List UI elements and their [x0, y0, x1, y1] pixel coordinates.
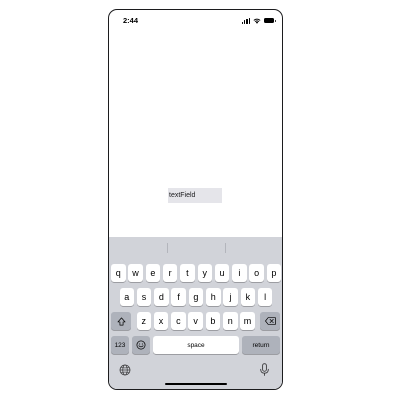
numbers-key[interactable]: 123: [111, 336, 129, 354]
key-w[interactable]: w: [128, 264, 143, 282]
key-i[interactable]: i: [232, 264, 247, 282]
emoji-key[interactable]: [132, 336, 150, 354]
key-c[interactable]: c: [171, 312, 186, 330]
status-time: 2:44: [123, 16, 139, 25]
shift-key[interactable]: [111, 312, 131, 330]
key-e[interactable]: e: [145, 264, 161, 282]
key-z[interactable]: z: [136, 312, 151, 330]
key-h[interactable]: h: [206, 288, 221, 306]
battery-icon: [264, 18, 276, 23]
key-n[interactable]: n: [223, 312, 238, 330]
key-f[interactable]: f: [171, 288, 186, 306]
status-icons: [241, 16, 276, 25]
cellular-signal-icon: [241, 17, 250, 24]
key-v[interactable]: v: [188, 312, 203, 330]
key-u[interactable]: u: [214, 264, 230, 282]
microphone-icon[interactable]: [259, 363, 270, 377]
key-g[interactable]: g: [188, 288, 204, 306]
space-key[interactable]: space: [153, 336, 239, 354]
key-j[interactable]: j: [223, 288, 238, 306]
keyboard: qwertyuiop asdfghjkl zxcvbnm 123 space r…: [109, 237, 282, 389]
key-l[interactable]: l: [257, 288, 273, 306]
key-a[interactable]: a: [119, 288, 134, 306]
key-k[interactable]: k: [240, 288, 256, 306]
globe-icon[interactable]: [119, 364, 131, 376]
key-p[interactable]: p: [266, 264, 282, 282]
suggestion-bar: [109, 237, 282, 257]
key-m[interactable]: m: [240, 312, 255, 330]
phone-screen: 2:44 textField qwertyuiop asdfghjkl zxcv…: [108, 9, 283, 390]
return-key[interactable]: return: [242, 336, 280, 354]
text-field[interactable]: textField: [168, 188, 222, 203]
key-t[interactable]: t: [180, 264, 195, 282]
shift-icon: [117, 317, 125, 325]
key-y[interactable]: y: [197, 264, 212, 282]
status-bar: 2:44: [109, 10, 282, 32]
key-b[interactable]: b: [205, 312, 221, 330]
emoji-icon: [136, 340, 146, 350]
home-indicator: [165, 382, 227, 385]
key-o[interactable]: o: [249, 264, 264, 282]
suggestion-divider: [225, 243, 226, 253]
suggestion-divider: [167, 243, 168, 253]
backspace-icon: [264, 317, 276, 325]
backspace-key[interactable]: [260, 312, 280, 330]
wifi-icon: [253, 18, 261, 24]
key-d[interactable]: d: [154, 288, 169, 306]
key-r[interactable]: r: [162, 264, 178, 282]
key-q[interactable]: q: [111, 264, 126, 282]
key-s[interactable]: s: [136, 288, 152, 306]
key-x[interactable]: x: [153, 312, 169, 330]
